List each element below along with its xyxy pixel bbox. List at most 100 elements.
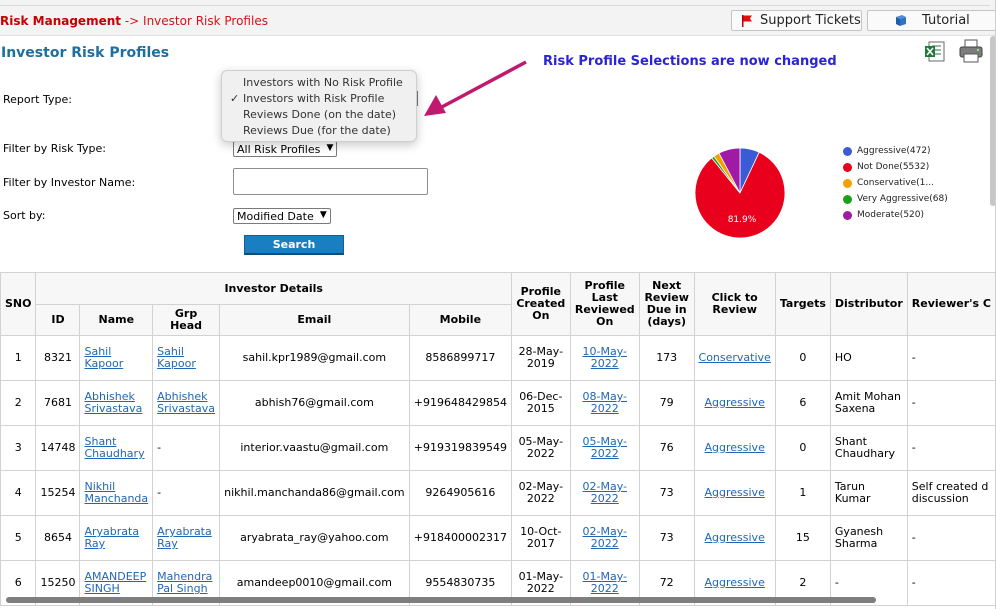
cell-reviewed[interactable]: 02-May-2022 [569, 470, 640, 516]
cell-reviewed[interactable]: 08-May-2022 [569, 380, 640, 426]
print-icon[interactable] [958, 38, 984, 64]
table-row: 1 8321 Sahil Kapoor Sahil Kapoor sahil.kpr19… [0, 335, 996, 381]
cell-created: 02-May-2022 [510, 470, 571, 516]
cell-next-review: 76 [638, 425, 695, 471]
header-id: ID [35, 304, 81, 336]
click-review-link[interactable]: Aggressive [705, 531, 765, 544]
top-divider [0, 5, 990, 6]
cell-reviewed[interactable]: 05-May-2022 [569, 425, 640, 471]
reviewed-link[interactable]: 05-May-2022 [583, 435, 627, 460]
header-next-review: Next Review Due in (days) [638, 272, 695, 336]
investor-table: SNO Investor Details Profile Created On … [0, 272, 996, 606]
reviewed-link[interactable]: 10-May-2022 [583, 345, 627, 370]
cell-distributor: Amit Mohan Saxena [829, 380, 908, 426]
click-review-link[interactable]: Aggressive [705, 441, 765, 454]
cell-name[interactable]: Nikhil Manchanda [79, 470, 154, 516]
cell-name[interactable]: Shant Chaudhary [79, 425, 154, 471]
cell-targets: 1 [774, 470, 831, 516]
cell-distributor: HO [829, 335, 908, 381]
header-mobile: Mobile [408, 304, 512, 336]
report-type-option-no-profile[interactable]: Investors with No Risk Profile [222, 75, 416, 91]
breadcrumb-separator: -> [124, 14, 140, 28]
legend-item-aggressive[interactable]: Aggressive(472) [843, 145, 953, 157]
checkmark-icon: ✓ [230, 92, 240, 105]
name-link[interactable]: AMANDEEP SINGH [84, 570, 146, 595]
name-link[interactable]: Shant Chaudhary [84, 435, 144, 460]
click-review-link[interactable]: Aggressive [705, 576, 765, 589]
legend-label: Very Aggressive(68) [857, 194, 948, 204]
grp-head-link[interactable]: Sahil Kapoor [157, 345, 196, 370]
cell-click-review[interactable]: Aggressive [693, 380, 776, 426]
cell-click-review[interactable]: Aggressive [693, 515, 776, 561]
cell-reviewer: - [906, 380, 996, 426]
breadcrumb-module[interactable]: Risk Management [0, 14, 121, 28]
reviewed-link[interactable]: 02-May-2022 [583, 525, 627, 550]
cell-email: abhish76@gmail.com [218, 380, 410, 426]
cell-mobile: 8586899717 [408, 335, 512, 381]
risk-type-select[interactable]: All Risk Profiles ▼ [233, 141, 338, 157]
legend-item-very-aggressive[interactable]: Very Aggressive(68) [843, 193, 953, 205]
cell-reviewer: - [906, 560, 996, 606]
cell-reviewed[interactable]: 02-May-2022 [569, 515, 640, 561]
cell-click-review[interactable]: Conservative [693, 335, 776, 381]
cell-targets: 6 [774, 380, 831, 426]
tutorial-label: Tutorial [922, 13, 970, 28]
cell-targets: 0 [774, 335, 831, 381]
cell-reviewed[interactable]: 10-May-2022 [569, 335, 640, 381]
legend-dot [843, 179, 852, 188]
legend-label: Not Done(5532) [857, 162, 930, 172]
cell-grp-head[interactable]: Abhishek Srivastava [152, 380, 220, 426]
grp-head-link[interactable]: Aryabrata Ray [157, 525, 212, 550]
click-review-link[interactable]: Aggressive [705, 396, 765, 409]
cell-name[interactable]: Sahil Kapoor [79, 335, 154, 381]
cell-click-review[interactable]: Aggressive [693, 470, 776, 516]
cell-id: 7681 [35, 380, 81, 426]
annotation-arrow [424, 60, 527, 116]
grp-head-link[interactable]: Mahendra Pal Singh [157, 570, 212, 595]
legend-item-not-done[interactable]: Not Done(5532) [843, 161, 953, 173]
cell-next-review: 73 [638, 470, 695, 516]
sort-by-label: Sort by: [3, 209, 46, 222]
click-review-link[interactable]: Conservative [699, 351, 771, 364]
cell-distributor: Shant Chaudhary [829, 425, 908, 471]
support-tickets-button[interactable]: Support Tickets [731, 10, 862, 31]
grp-head-link[interactable]: Abhishek Srivastava [157, 390, 215, 415]
cell-name[interactable]: Abhishek Srivastava [79, 380, 154, 426]
legend-item-conservative[interactable]: Conservative(1... [843, 177, 953, 189]
name-link[interactable]: Sahil Kapoor [84, 345, 123, 370]
cell-grp-head[interactable]: Aryabrata Ray [152, 515, 220, 561]
horizontal-scrollbar[interactable] [6, 597, 876, 603]
breadcrumb-current: Investor Risk Profiles [143, 14, 268, 28]
sort-by-select[interactable]: Modified Date ▼ [233, 208, 331, 224]
tutorial-button[interactable]: Tutorial [867, 10, 996, 31]
risk-type-value: All Risk Profiles [237, 143, 321, 156]
click-review-link[interactable]: Aggressive [705, 486, 765, 499]
cell-reviewer: - [906, 335, 996, 381]
cell-click-review[interactable]: Aggressive [693, 425, 776, 471]
name-link[interactable]: Aryabrata Ray [84, 525, 139, 550]
cell-grp-head[interactable]: Sahil Kapoor [152, 335, 220, 381]
legend-item-moderate[interactable]: Moderate(520) [843, 209, 953, 221]
cell-sno: 5 [0, 515, 37, 561]
name-link[interactable]: Abhishek Srivastava [84, 390, 142, 415]
header-profile-reviewed: Profile Last Reviewed On [569, 272, 640, 336]
legend-dot [843, 163, 852, 172]
cell-name[interactable]: Aryabrata Ray [79, 515, 154, 561]
report-type-option-reviews-done[interactable]: Reviews Done (on the date) [222, 107, 416, 123]
search-button[interactable]: Search [244, 235, 344, 255]
excel-export-icon[interactable] [924, 40, 948, 64]
name-link[interactable]: Nikhil Manchanda [84, 480, 148, 505]
reviewed-link[interactable]: 01-May-2022 [583, 570, 627, 595]
report-type-dropdown[interactable]: Investors with No Risk Profile ✓ Investo… [221, 70, 417, 142]
flag-icon [742, 14, 752, 27]
reviewed-link[interactable]: 02-May-2022 [583, 480, 627, 505]
cell-created: 05-May-2022 [510, 425, 571, 471]
report-type-option-reviews-due[interactable]: Reviews Due (for the date) [222, 123, 416, 139]
option-label: Reviews Due (for the date) [243, 124, 391, 137]
cell-id: 14748 [35, 425, 81, 471]
reviewed-link[interactable]: 08-May-2022 [583, 390, 627, 415]
report-type-option-with-profile[interactable]: ✓ Investors with Risk Profile [222, 91, 416, 107]
investor-name-input[interactable] [233, 168, 428, 195]
cell-grp-head: - [152, 470, 220, 516]
table-body: 1 8321 Sahil Kapoor Sahil Kapoor sahil.kpr19… [0, 335, 996, 606]
